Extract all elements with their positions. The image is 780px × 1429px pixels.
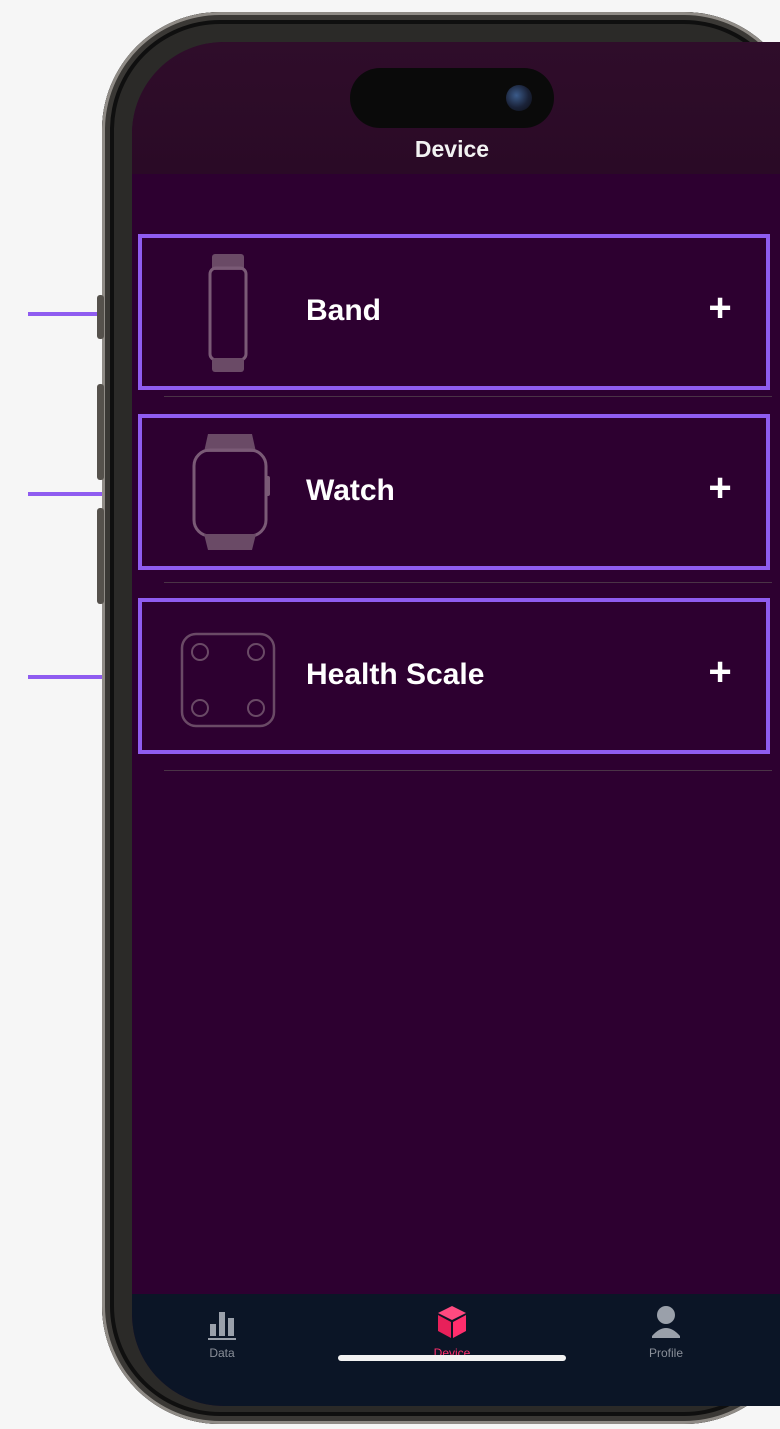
divider (164, 582, 772, 583)
phone-screen: Device Band + Watch + Health Scale + Dat… (132, 42, 780, 1406)
tab-data[interactable]: Data (162, 1302, 282, 1382)
device-label-health-scale: Health Scale (306, 658, 485, 691)
add-health-scale-icon[interactable]: + (700, 652, 740, 692)
tab-label-data: Data (209, 1346, 235, 1360)
device-row-watch[interactable]: Watch + (138, 414, 770, 570)
device-label-band: Band (306, 294, 381, 327)
band-icon (208, 254, 248, 372)
side-button-action (97, 295, 104, 339)
camera-icon (506, 85, 532, 111)
watch-icon (192, 434, 270, 550)
divider (164, 770, 772, 771)
canvas: Device Band + Watch + Health Scale + Dat… (0, 0, 780, 1429)
tab-profile[interactable]: Profile (606, 1302, 726, 1382)
person-icon (652, 1306, 680, 1338)
bar-chart-icon (208, 1312, 236, 1340)
device-label-watch: Watch (306, 474, 395, 507)
device-row-band[interactable]: Band + (138, 234, 770, 390)
add-watch-icon[interactable]: + (700, 468, 740, 508)
add-band-icon[interactable]: + (700, 288, 740, 328)
tab-device[interactable]: Device (392, 1302, 512, 1382)
cube-icon (438, 1306, 466, 1338)
tab-label-profile: Profile (648, 1346, 683, 1360)
page-title: Device (414, 136, 490, 162)
side-button-volume-down (97, 508, 104, 604)
divider (164, 396, 772, 397)
scale-icon (180, 632, 276, 728)
dynamic-island (350, 68, 554, 128)
tab-bar: Data Device Profile (132, 1294, 780, 1406)
side-button-volume-up (97, 384, 104, 480)
home-indicator[interactable] (338, 1355, 566, 1361)
device-row-health-scale[interactable]: Health Scale + (138, 598, 770, 754)
